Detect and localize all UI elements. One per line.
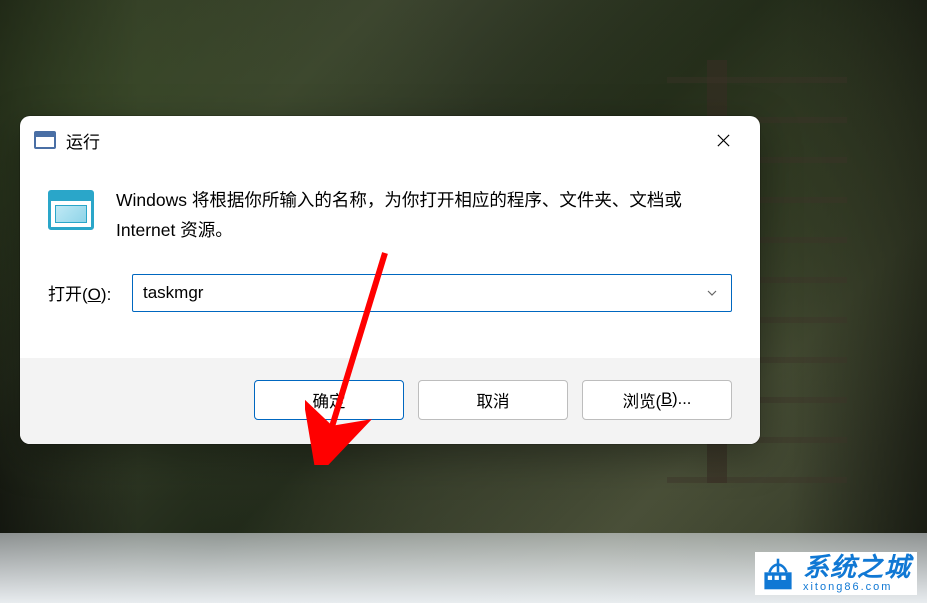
dialog-body: Windows 将根据你所输入的名称，为你打开相应的程序、文件夹、文档或 Int… [20, 164, 760, 318]
browse-button[interactable]: 浏览(B)... [582, 380, 732, 420]
watermark-main: 系统之城 [803, 554, 911, 580]
dropdown-toggle[interactable] [703, 284, 721, 302]
open-combobox[interactable] [132, 274, 732, 312]
dialog-description: Windows 将根据你所输入的名称，为你打开相应的程序、文件夹、文档或 Int… [116, 186, 732, 246]
cancel-button[interactable]: 取消 [418, 380, 568, 420]
run-title-icon [34, 131, 56, 149]
watermark-logo-icon [761, 557, 795, 591]
run-dialog: 运行 Windows 将根据你所输入的名称，为你打开相应的程序、文件夹、文档或 … [20, 116, 760, 444]
close-icon [716, 133, 731, 148]
watermark: 系统之城 xitong86.com [755, 552, 917, 595]
run-program-icon [48, 190, 94, 230]
desktop-background: 运行 Windows 将根据你所输入的名称，为你打开相应的程序、文件夹、文档或 … [0, 0, 927, 603]
open-label: 打开(O): [48, 280, 122, 305]
button-bar: 确定 取消 浏览(B)... [20, 358, 760, 444]
ok-button[interactable]: 确定 [254, 380, 404, 420]
info-row: Windows 将根据你所输入的名称，为你打开相应的程序、文件夹、文档或 Int… [48, 186, 732, 246]
open-row: 打开(O): [48, 274, 732, 312]
close-button[interactable] [700, 117, 746, 163]
dialog-title: 运行 [66, 128, 100, 153]
open-input[interactable] [143, 283, 703, 303]
watermark-sub: xitong86.com [803, 582, 911, 593]
watermark-text: 系统之城 xitong86.com [803, 554, 911, 593]
title-bar: 运行 [20, 116, 760, 164]
chevron-down-icon [706, 287, 718, 299]
